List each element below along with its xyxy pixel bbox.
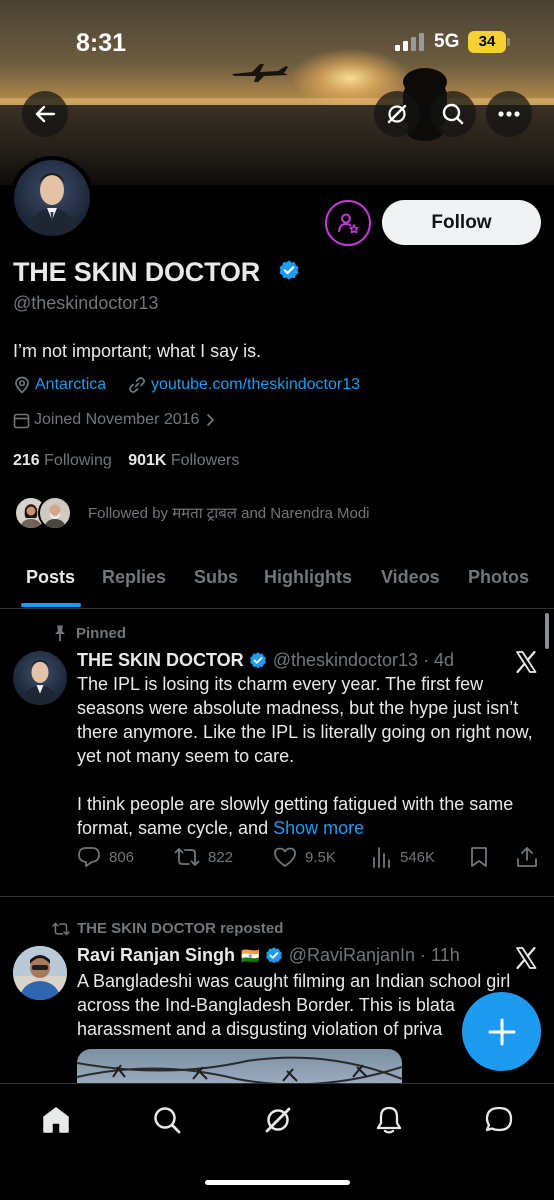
views-icon xyxy=(373,847,390,868)
scrollbar[interactable] xyxy=(545,613,549,649)
avatar-person xyxy=(26,173,78,236)
post-handle-time: @RaviRanjanIn · 11h xyxy=(288,945,460,965)
tab-posts[interactable]: Posts xyxy=(26,567,75,588)
active-tab-indicator xyxy=(21,603,81,607)
post-handle-time: @theskindoctor13 · 4d xyxy=(272,650,455,670)
signal-icon xyxy=(395,33,424,51)
search-icon xyxy=(154,1107,181,1134)
bookmark-button[interactable] xyxy=(470,846,496,868)
follower-avatar xyxy=(38,496,72,530)
subscribe-person-icon xyxy=(338,213,359,234)
status-time: 8:31 xyxy=(76,29,127,57)
location-icon xyxy=(15,376,29,394)
followers-link[interactable]: 901K Followers xyxy=(128,452,239,469)
x-logo-icon[interactable] xyxy=(514,650,538,674)
back-arrow-icon xyxy=(35,105,56,123)
grok-icon xyxy=(265,1107,291,1133)
repost-icon xyxy=(174,848,200,866)
more-icon xyxy=(498,111,520,117)
compose-button[interactable] xyxy=(462,992,541,1071)
tab-highlights[interactable]: Highlights xyxy=(264,567,352,588)
repost-context: THE SKIN DOCTOR reposted xyxy=(52,920,283,937)
like-button[interactable]: 9.5K xyxy=(273,846,336,868)
profile-stats: 216 Following 901K Followers xyxy=(13,452,239,470)
location-text[interactable]: Antarctica xyxy=(35,376,106,394)
profile-handle: @theskindoctor13 xyxy=(13,293,159,313)
tab-subs[interactable]: Subs xyxy=(194,567,238,588)
verified-icon xyxy=(265,946,282,963)
joined-row[interactable]: Joined November 2016 xyxy=(13,411,217,429)
website-link[interactable]: youtube.com/theskindoctor13 xyxy=(151,376,360,394)
profile-location: Antarctica xyxy=(14,376,106,394)
profile-website[interactable]: youtube.com/theskindoctor13 xyxy=(128,376,360,394)
nav-notifications[interactable] xyxy=(369,1100,409,1140)
reply-icon xyxy=(78,847,100,867)
verified-icon[interactable] xyxy=(277,259,301,283)
plus-icon xyxy=(488,1018,515,1045)
profile-avatar[interactable] xyxy=(10,156,94,240)
network-label: 5G xyxy=(434,31,460,52)
repost-icon xyxy=(52,922,70,935)
more-button[interactable] xyxy=(486,91,532,137)
x-logo-icon[interactable] xyxy=(514,946,538,970)
tab-replies[interactable]: Replies xyxy=(102,567,166,588)
post-author-name: THE SKIN DOCTOR xyxy=(77,650,244,670)
nav-home[interactable] xyxy=(36,1100,76,1140)
post-author[interactable]: Ravi Ranjan Singh 🇮🇳 @RaviRanjanIn · 11h xyxy=(77,945,460,966)
share-button[interactable] xyxy=(516,846,546,868)
battery-level: 34 xyxy=(468,31,506,53)
pinned-label: Pinned xyxy=(52,624,126,642)
following-link[interactable]: 216 Following xyxy=(13,452,112,469)
followed-by-row[interactable]: Followed by ममता ट्राबल and Narendra Mod… xyxy=(14,496,370,530)
grok-button[interactable] xyxy=(374,91,420,137)
bookmark-icon xyxy=(471,847,487,867)
show-more-link[interactable]: Show more xyxy=(273,818,364,838)
link-icon xyxy=(129,377,145,393)
post-actions: 806 822 9.5K 546K xyxy=(77,846,542,872)
subscribe-button[interactable] xyxy=(325,200,371,246)
followed-by-text: Followed by ममता ट्राबल and Narendra Mod… xyxy=(88,505,370,522)
india-flag: 🇮🇳 xyxy=(241,947,260,965)
pin-icon xyxy=(55,625,65,642)
nav-search[interactable] xyxy=(147,1100,187,1140)
home-icon xyxy=(43,1107,69,1133)
repost-button[interactable]: 822 xyxy=(174,846,233,868)
tab-videos[interactable]: Videos xyxy=(381,567,440,588)
messages-icon xyxy=(485,1106,513,1132)
post-avatar[interactable] xyxy=(13,651,67,705)
profile-tabs: Posts Replies Subs Highlights Videos Pho… xyxy=(0,553,554,609)
back-button[interactable] xyxy=(22,91,68,137)
share-icon xyxy=(517,847,537,867)
reply-button[interactable]: 806 xyxy=(77,846,134,868)
chevron-right-icon xyxy=(207,414,215,426)
post-text: The IPL is losing its charm every year. … xyxy=(77,674,533,838)
home-indicator[interactable] xyxy=(205,1180,350,1185)
post-author-name: Ravi Ranjan Singh xyxy=(77,945,236,965)
tab-photos[interactable]: Photos xyxy=(468,567,529,588)
follow-button[interactable]: Follow xyxy=(382,200,541,245)
profile-name: THE SKIN DOCTOR xyxy=(13,257,261,287)
status-bar: 8:31 5G 34 xyxy=(0,0,554,80)
post-author[interactable]: THE SKIN DOCTOR @theskindoctor13 · 4d xyxy=(77,650,454,671)
nav-grok[interactable] xyxy=(258,1100,298,1140)
search-button[interactable] xyxy=(430,91,476,137)
joined-text: Joined November 2016 xyxy=(34,411,200,428)
search-icon xyxy=(442,103,464,125)
calendar-icon xyxy=(13,413,30,428)
grok-icon xyxy=(387,104,407,124)
profile-bio: I’m not important; what I say is. xyxy=(13,341,262,361)
notifications-icon xyxy=(376,1106,402,1134)
views-button[interactable]: 546K xyxy=(372,846,435,868)
nav-messages[interactable] xyxy=(479,1100,519,1140)
verified-icon xyxy=(249,651,266,668)
like-icon xyxy=(274,847,296,867)
post-avatar[interactable] xyxy=(13,946,67,1000)
